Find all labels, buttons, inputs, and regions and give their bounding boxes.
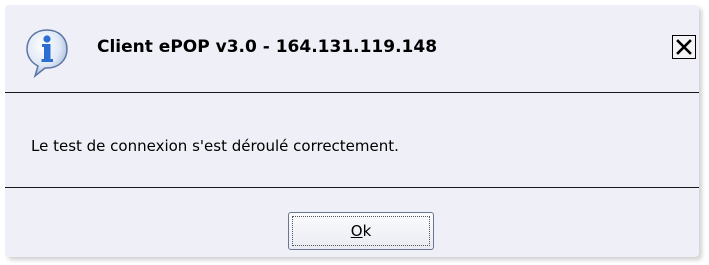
message-dialog: Client ePOP v3.0 - 164.131.119.148 Le te…: [5, 5, 699, 257]
info-icon: [25, 27, 69, 79]
dialog-title: Client ePOP v3.0 - 164.131.119.148: [97, 37, 438, 57]
footer-divider: [5, 187, 699, 188]
close-button[interactable]: [672, 35, 696, 59]
ok-button[interactable]: Ok: [288, 212, 434, 250]
ok-button-label-rest: k: [362, 222, 372, 240]
ok-button-focus-rect: Ok: [292, 216, 430, 246]
header-divider: [5, 92, 699, 93]
dialog-message: Le test de connexion s'est déroulé corre…: [31, 137, 399, 155]
close-icon: [676, 39, 692, 55]
ok-button-mnemonic: O: [350, 222, 363, 240]
